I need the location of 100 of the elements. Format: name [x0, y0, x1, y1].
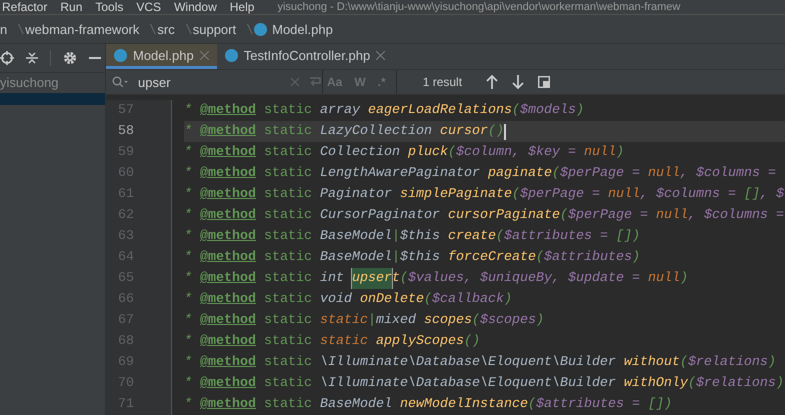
- menu-item[interactable]: Run: [60, 0, 82, 14]
- punctuation: (: [552, 165, 560, 183]
- punctuation: (: [680, 354, 688, 372]
- type-name: mixed: [376, 312, 417, 330]
- menu-item[interactable]: Window: [174, 0, 217, 14]
- operator: ,: [512, 144, 521, 162]
- keyword: static: [262, 207, 313, 225]
- collapse-icon[interactable]: [26, 51, 38, 65]
- keyword: static: [262, 165, 313, 183]
- menu-item[interactable]: Tools: [95, 0, 124, 14]
- punctuation: (: [448, 144, 456, 162]
- constant: null: [656, 207, 688, 225]
- operator: =: [726, 186, 737, 204]
- doc-tag: @method: [200, 121, 256, 142]
- doc-tag: @method: [200, 226, 256, 247]
- operator: =: [774, 207, 784, 225]
- variable: $uniqueBy: [480, 270, 552, 288]
- keyword: static: [262, 312, 313, 330]
- comment-prefix: *: [184, 165, 193, 183]
- window-title: yisuchong - D:\www\tianju-www\yisuchong\api\vendor\workerman\webman-framew: [277, 1, 680, 13]
- method-name: applyScopes: [376, 333, 464, 351]
- method-name: forceCreate: [448, 249, 536, 267]
- class-file-icon: [254, 22, 268, 36]
- operator: =: [630, 165, 641, 183]
- operator: ,: [688, 207, 697, 225]
- comment-prefix: *: [184, 333, 193, 351]
- type-name: Paginator: [320, 186, 393, 204]
- punctuation: (: [400, 270, 408, 288]
- punctuation: |: [368, 312, 376, 330]
- punctuation: |: [392, 249, 400, 267]
- variable: $update: [568, 270, 624, 288]
- type-name: $this: [400, 228, 441, 246]
- search-field[interactable]: upser: [136, 74, 282, 91]
- punctuation: (: [472, 312, 480, 330]
- punctuation: ): [504, 291, 512, 309]
- doc-tag: @method: [200, 163, 256, 184]
- doc-tag: @method: [200, 289, 256, 310]
- type-name: \Illuminate\Database\Eloquent\Builder: [320, 354, 617, 372]
- comment-prefix: *: [184, 396, 193, 414]
- arrow-down-icon[interactable]: [512, 75, 524, 90]
- breadcrumb-item[interactable]: n: [0, 22, 8, 36]
- search-icon: [112, 76, 128, 88]
- editor-tab[interactable]: Model.php: [106, 44, 217, 70]
- operator: ,: [552, 270, 561, 288]
- variable: $columns: [704, 207, 768, 225]
- type-name: LazyCollection: [320, 123, 433, 141]
- comment-prefix: *: [184, 102, 193, 120]
- operator: =: [766, 165, 776, 183]
- menu-item[interactable]: VCS: [136, 0, 162, 14]
- type-name: \Illuminate\Database\Eloquent\Builder: [320, 375, 617, 393]
- punctuation: []): [648, 396, 672, 414]
- type-name: CursorPaginator: [320, 207, 441, 225]
- operator: =: [630, 270, 641, 288]
- comment-prefix: *: [184, 354, 193, 372]
- type-name: BaseModel: [320, 249, 392, 267]
- punctuation: |: [392, 228, 400, 246]
- method-name: paginate: [488, 165, 552, 183]
- type-name: Collection: [320, 144, 401, 162]
- method-name: without: [624, 354, 680, 372]
- comment-prefix: *: [184, 123, 193, 141]
- window-icon[interactable]: [538, 76, 550, 88]
- settings-icon[interactable]: [63, 51, 77, 65]
- punctuation: (: [496, 228, 504, 246]
- keyword: static: [262, 102, 313, 120]
- doc-tag: @method: [200, 310, 256, 331]
- menu-item[interactable]: Refactor: [2, 0, 48, 14]
- operator: =: [566, 144, 577, 162]
- constant: null: [648, 165, 680, 183]
- variable: $columns: [696, 165, 760, 183]
- method-name: scopes: [424, 312, 472, 330]
- keyword: static: [262, 144, 313, 162]
- doc-tag: @method: [200, 247, 256, 268]
- breadcrumb-item[interactable]: Model.php: [272, 22, 333, 36]
- punctuation: ): [576, 102, 584, 120]
- doc-tag: @method: [200, 100, 256, 121]
- crosshair-icon[interactable]: [0, 51, 14, 65]
- variable: $relations: [696, 375, 776, 393]
- comment-prefix: *: [184, 249, 193, 267]
- variable: $values: [408, 270, 464, 288]
- editor-tab[interactable]: TestInfoController.php: [216, 44, 394, 70]
- arrow-up-icon[interactable]: [486, 75, 498, 90]
- punctuation: (: [560, 207, 568, 225]
- operator: =: [590, 186, 601, 204]
- breadcrumb-item[interactable]: webman-framework: [25, 22, 140, 36]
- breadcrumb-item[interactable]: support: [192, 22, 236, 36]
- minimize-icon[interactable]: [89, 56, 101, 60]
- punctuation: ): [616, 144, 624, 162]
- doc-tag: @method: [200, 331, 256, 352]
- punctuation: (: [528, 396, 536, 414]
- class-file-icon: [114, 48, 127, 62]
- operator: =: [598, 228, 609, 246]
- keyword: static: [262, 354, 313, 372]
- result-count: 1 result: [422, 75, 462, 90]
- punctuation: ): [776, 375, 784, 393]
- method-name: create: [448, 228, 496, 246]
- doc-tag: @method: [200, 352, 256, 373]
- variable: $key: [528, 144, 560, 162]
- menu-item[interactable]: Help: [230, 0, 254, 14]
- breadcrumb-item[interactable]: src: [157, 22, 175, 36]
- method-name: simplePaginate: [400, 186, 512, 204]
